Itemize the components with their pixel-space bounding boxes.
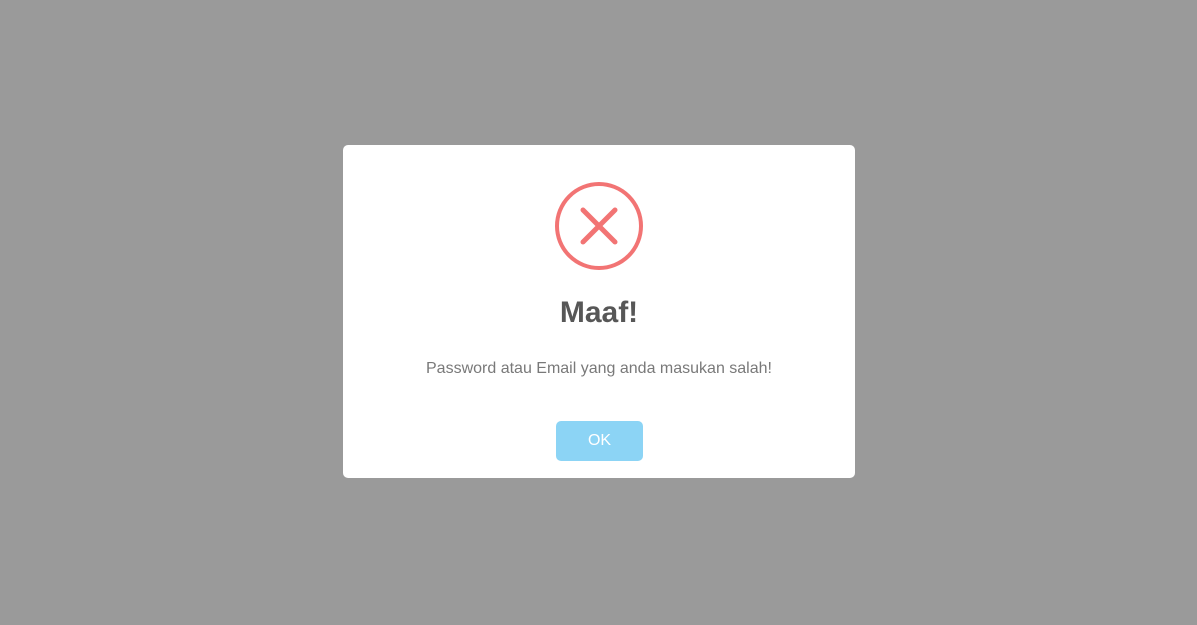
- dialog-title: Maaf!: [559, 296, 639, 329]
- ok-button[interactable]: OK: [556, 421, 643, 461]
- alert-dialog: Maaf! Password atau Email yang anda masu…: [343, 145, 855, 478]
- error-x-icon: [554, 181, 644, 271]
- dialog-message: Password atau Email yang anda masukan sa…: [426, 360, 772, 377]
